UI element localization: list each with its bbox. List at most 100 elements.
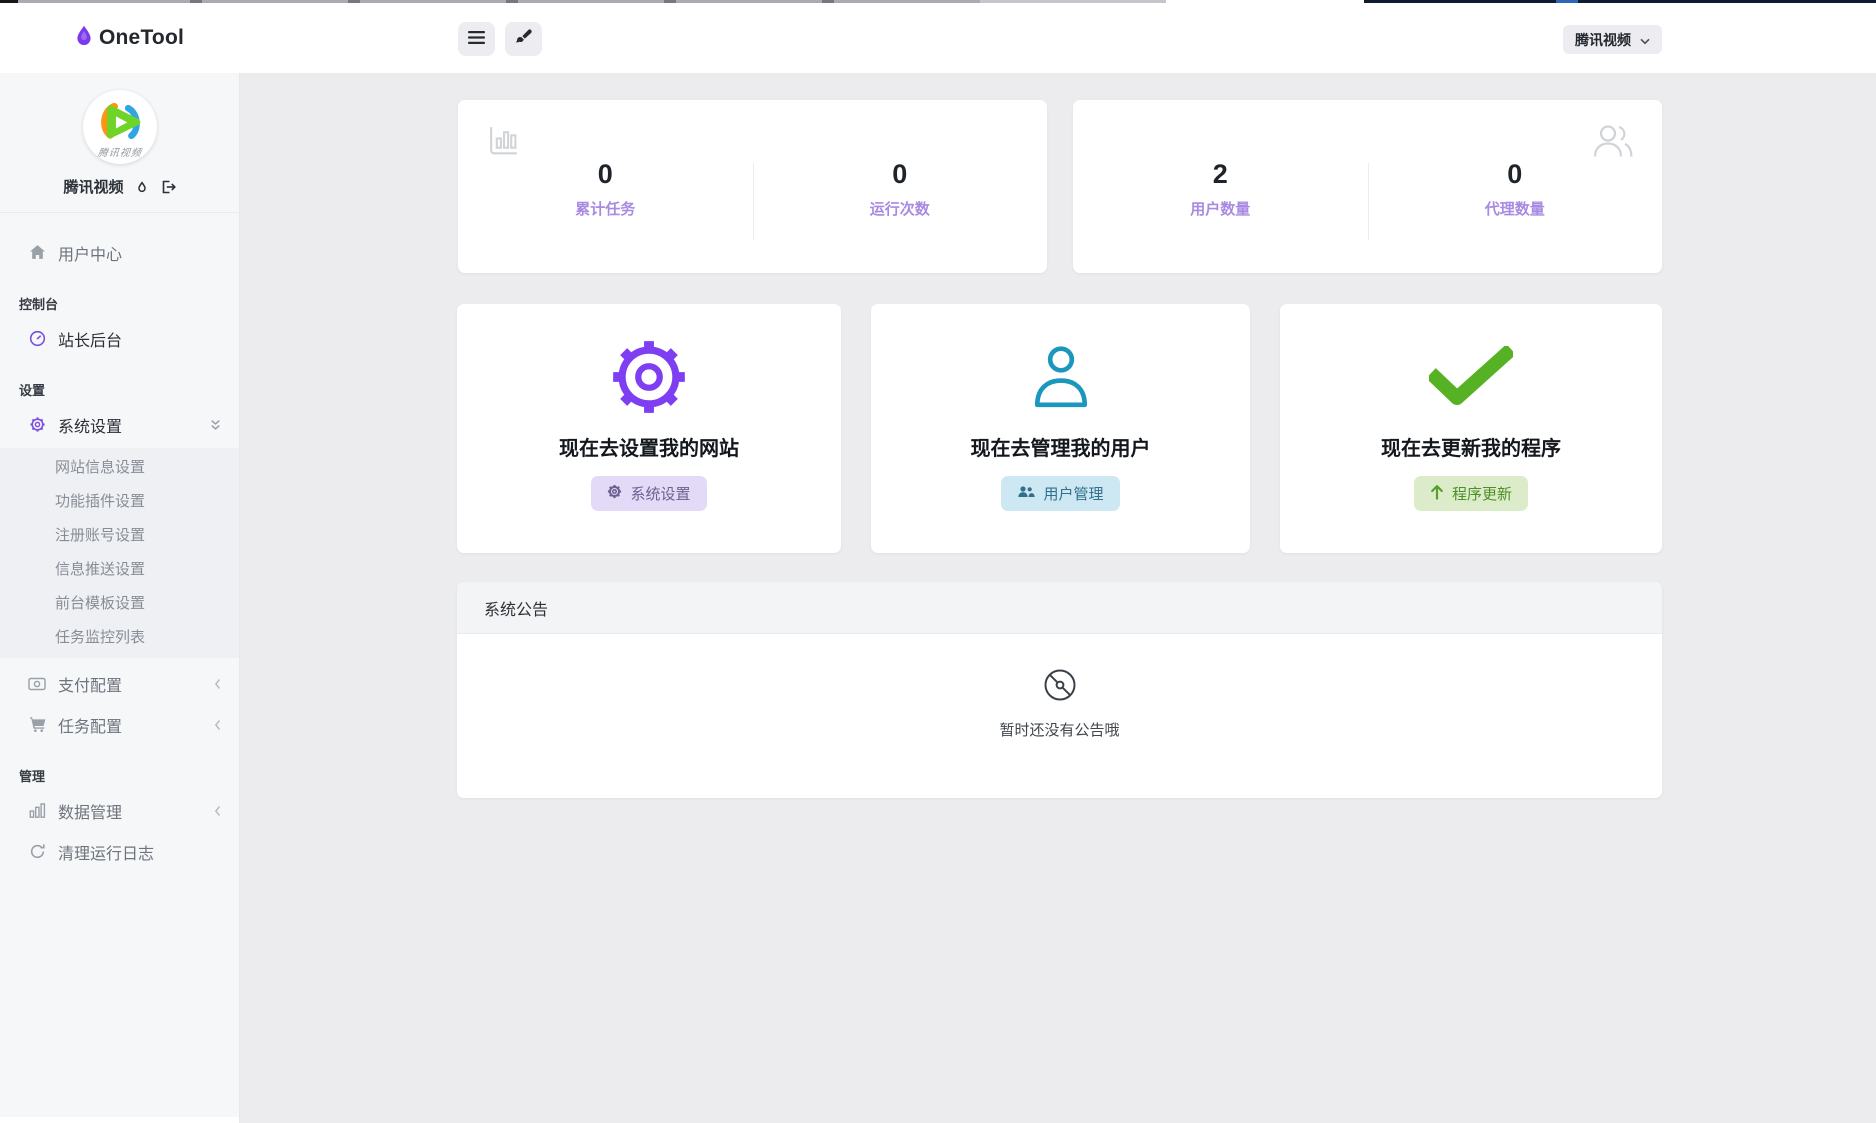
sidebar-toggle-button[interactable] (458, 22, 495, 56)
section-header-manage: 管理 (19, 768, 239, 786)
metric-value: 0 (753, 161, 1048, 188)
metric-user-count: 2 用户数量 (1073, 100, 1368, 273)
metric-value: 0 (458, 161, 753, 188)
top-navbar: OneTool 腾讯视频 (0, 3, 1876, 73)
chevron-double-down-icon (210, 419, 221, 431)
chevron-left-icon (214, 719, 221, 731)
announcement-panel: 系统公告 暂时还没有公告哦 (457, 582, 1662, 798)
workspace-name: 腾讯视频 (1575, 30, 1631, 50)
empty-state: 暂时还没有公告哦 (457, 663, 1662, 740)
strip-segment (0, 0, 18, 3)
strip-segment (822, 0, 834, 3)
strip-segment (1166, 0, 1364, 3)
action-card-program-update: 现在去更新我的程序 程序更新 (1280, 304, 1662, 553)
profile-row: 腾讯视频 (0, 176, 239, 197)
gear-icon (27, 416, 47, 433)
gear-big-icon (606, 331, 692, 423)
sidebar-subitem-template[interactable]: 前台模板设置 (0, 587, 239, 621)
announcement-header: 系统公告 (457, 582, 1662, 634)
logout-icon[interactable] (160, 179, 176, 195)
sidebar-menu: 用户中心 控制台 站长后台 设置 系统设置 网站信息设置 功能插件设置 (0, 213, 239, 872)
sidebar-item-label: 数据管理 (58, 799, 122, 823)
check-big-icon (1429, 331, 1513, 423)
sidebar-subitem-site-info[interactable]: 网站信息设置 (0, 451, 239, 485)
sidebar-profile: 腾讯视频 腾讯视频 (0, 73, 239, 197)
metric-divider (753, 163, 754, 240)
drop-icon[interactable] (135, 179, 149, 195)
action-title: 现在去更新我的程序 (1381, 432, 1561, 461)
brush-icon (515, 29, 532, 49)
brand[interactable]: OneTool (76, 25, 184, 51)
metric-value: 2 (1073, 161, 1368, 188)
empty-state-text: 暂时还没有公告哦 (457, 719, 1662, 740)
sidebar-item-label: 站长后台 (58, 327, 122, 351)
announcement-body: 暂时还没有公告哦 (457, 634, 1662, 797)
strip-segment (190, 0, 202, 3)
cart-icon (27, 716, 47, 733)
strip-segment (348, 0, 360, 3)
home-icon (27, 244, 47, 261)
button-label: 系统设置 (630, 483, 690, 504)
main-content: 0 累计任务 0 运行次数 2 用户数量 0 代理数量 (241, 73, 1876, 1123)
strip-segment (1556, 0, 1578, 3)
action-card-user-management: 现在去管理我的用户 用户管理 (871, 304, 1250, 553)
metric-run-count: 0 运行次数 (753, 100, 1048, 273)
brand-name: OneTool (99, 26, 184, 50)
metric-divider (1368, 163, 1369, 240)
action-title: 现在去设置我的网站 (559, 432, 739, 461)
gear-small-icon (607, 484, 622, 503)
strip-segment (506, 0, 518, 3)
sidebar-item-system-settings[interactable]: 系统设置 (0, 404, 239, 445)
sidebar-subitem-register[interactable]: 注册账号设置 (0, 519, 239, 553)
people-small-icon (1017, 485, 1035, 503)
arrow-up-icon (1430, 484, 1444, 504)
sidebar-item-clear-logs[interactable]: 清理运行日志 (0, 831, 239, 872)
announcement-title: 系统公告 (484, 596, 548, 620)
metric-label: 用户数量 (1073, 198, 1368, 219)
action-card-site-settings: 现在去设置我的网站 系统设置 (457, 304, 841, 553)
button-label: 用户管理 (1043, 483, 1103, 504)
sidebar: 腾讯视频 腾讯视频 用户中心 控制台 站长后台 设置 (0, 73, 240, 1123)
user-management-button[interactable]: 用户管理 (1001, 476, 1119, 511)
banknote-icon (27, 677, 47, 691)
chevron-left-icon (214, 678, 221, 690)
sidebar-item-label: 清理运行日志 (58, 840, 154, 864)
sidebar-subitem-task-monitor[interactable]: 任务监控列表 (0, 621, 239, 655)
refresh-icon (27, 843, 47, 860)
logo-caption: 腾讯视频 (83, 144, 157, 159)
program-update-button[interactable]: 程序更新 (1414, 476, 1528, 511)
stats-card-tasks: 0 累计任务 0 运行次数 (458, 100, 1047, 273)
sidebar-item-label: 系统设置 (58, 413, 122, 437)
workspace-dropdown[interactable]: 腾讯视频 (1563, 25, 1662, 54)
people-stat-icon (1591, 122, 1635, 164)
sidebar-subitem-plugins[interactable]: 功能插件设置 (0, 485, 239, 519)
metric-label: 累计任务 (458, 198, 753, 219)
system-settings-submenu: 网站信息设置 功能插件设置 注册账号设置 信息推送设置 前台模板设置 任务监控列… (0, 448, 239, 658)
sidebar-bottom-strip (0, 1117, 239, 1123)
sidebar-item-label: 用户中心 (58, 241, 122, 265)
sidebar-item-user-center[interactable]: 用户中心 (0, 232, 239, 273)
sidebar-item-webmaster[interactable]: 站长后台 (0, 318, 239, 359)
sidebar-item-payment-config[interactable]: 支付配置 (0, 663, 239, 704)
system-settings-button[interactable]: 系统设置 (591, 476, 706, 511)
browser-edge-strip (0, 0, 1876, 3)
sidebar-item-task-config[interactable]: 任务配置 (0, 704, 239, 745)
metric-label: 代理数量 (1368, 198, 1663, 219)
sidebar-item-label: 任务配置 (58, 713, 122, 737)
metric-value: 0 (1368, 161, 1663, 188)
sidebar-subitem-push[interactable]: 信息推送设置 (0, 553, 239, 587)
strip-segment (664, 0, 676, 3)
person-big-icon (1028, 331, 1094, 423)
strip-segment (980, 0, 1166, 3)
speedometer-icon (27, 330, 47, 347)
no-data-icon (1038, 694, 1082, 711)
site-logo-avatar: 腾讯视频 (83, 90, 157, 164)
onetool-drop-icon (76, 25, 92, 51)
profile-name: 腾讯视频 (63, 176, 123, 197)
bar-chart-icon (27, 802, 47, 819)
button-label: 程序更新 (1452, 483, 1512, 504)
bar-chart-stat-icon (487, 124, 520, 162)
sidebar-item-label: 支付配置 (58, 672, 122, 696)
theme-brush-button[interactable] (505, 22, 542, 56)
sidebar-item-data-manage[interactable]: 数据管理 (0, 790, 239, 831)
